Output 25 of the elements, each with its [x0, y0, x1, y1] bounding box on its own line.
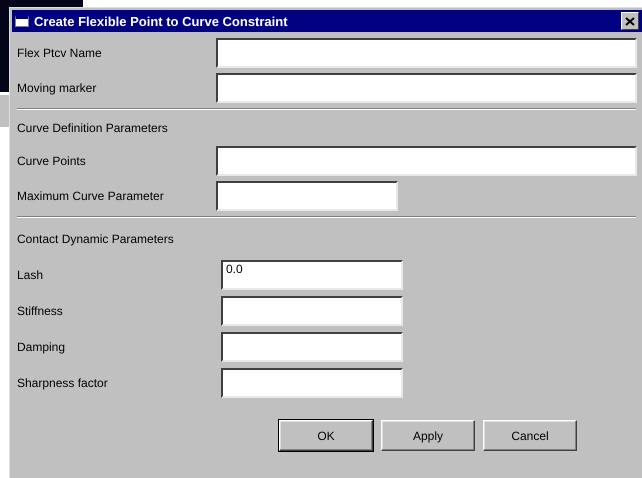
- window-icon: [15, 15, 29, 27]
- field-label: Maximum Curve Parameter: [17, 189, 164, 203]
- field-label: Damping: [17, 340, 66, 354]
- input-field[interactable]: [221, 368, 403, 398]
- field-label: Sharpness factor: [17, 376, 108, 390]
- field-label: Lash: [17, 268, 44, 282]
- input-field[interactable]: [221, 296, 403, 326]
- section-heading: Contact Dynamic Parameters: [17, 231, 175, 248]
- input-field[interactable]: [216, 73, 637, 103]
- field-label: Curve Points: [17, 154, 86, 168]
- input-field[interactable]: [216, 146, 637, 176]
- close-button[interactable]: [621, 12, 639, 30]
- field-label: Stiffness: [17, 304, 63, 318]
- input-field[interactable]: [216, 38, 637, 68]
- field-label: Moving marker: [17, 81, 96, 95]
- close-icon: [625, 16, 635, 26]
- apply-button[interactable]: Apply: [381, 420, 475, 451]
- section-heading: Curve Definition Parameters: [17, 120, 169, 137]
- ok-button[interactable]: OK: [279, 420, 373, 451]
- input-field[interactable]: [216, 181, 398, 211]
- input-field[interactable]: 0.0: [221, 260, 403, 290]
- input-field[interactable]: [221, 332, 403, 362]
- cancel-button[interactable]: Cancel: [483, 420, 577, 451]
- window-title: Create Flexible Point to Curve Constraint: [34, 14, 289, 28]
- field-label: Flex Ptcv Name: [17, 46, 102, 60]
